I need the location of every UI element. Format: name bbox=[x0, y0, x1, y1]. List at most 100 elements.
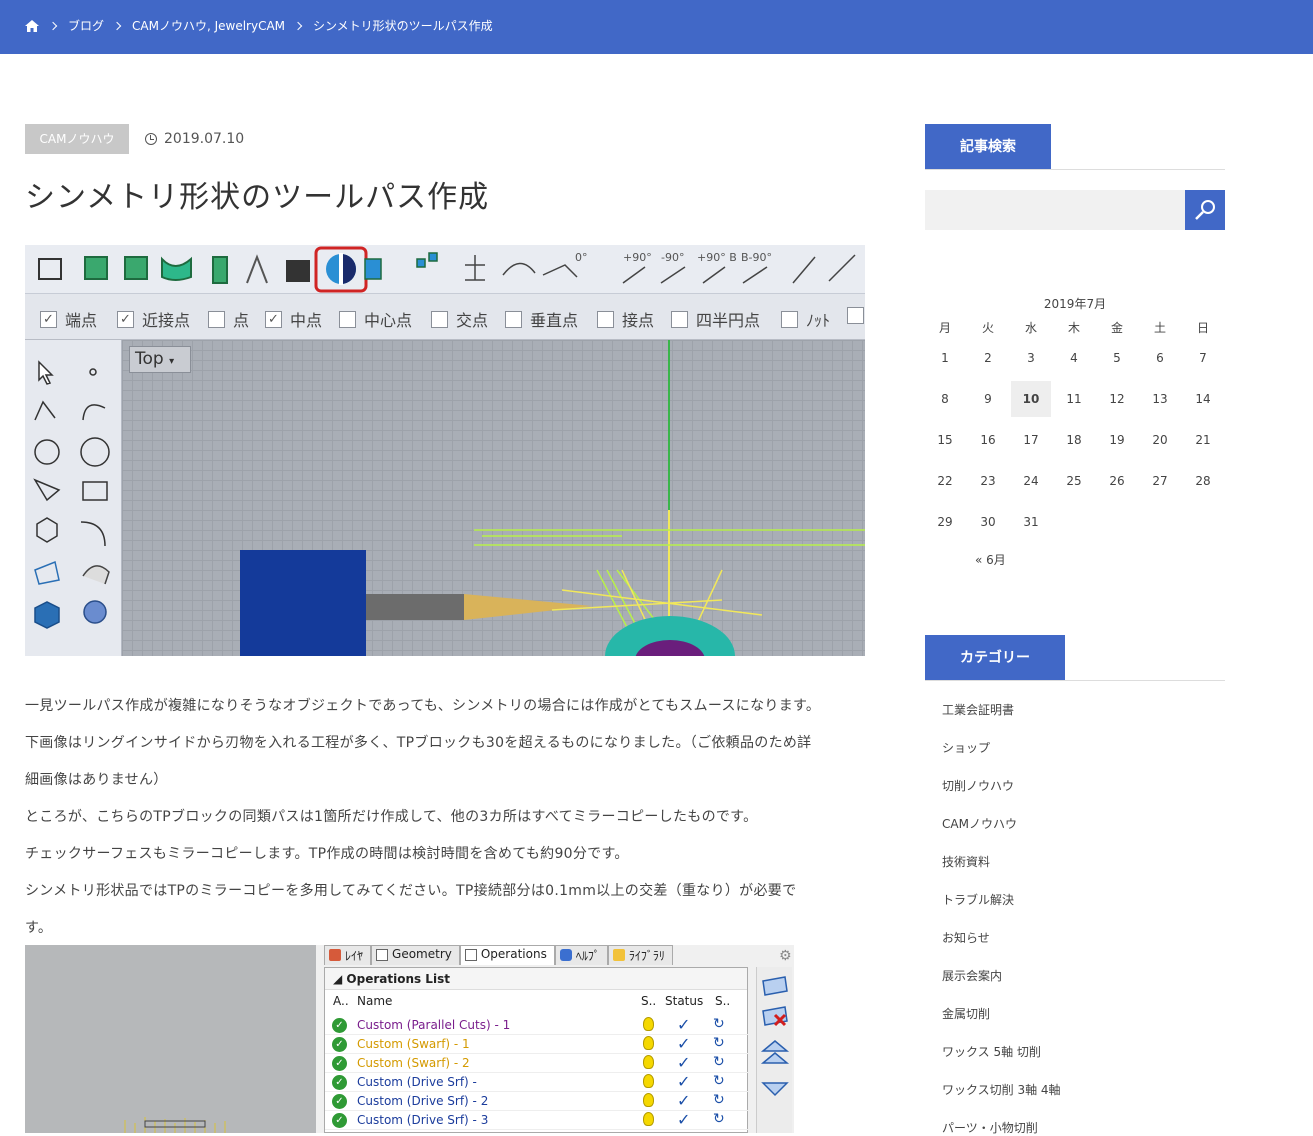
category-link[interactable]: 技術資料 bbox=[942, 853, 990, 870]
column-header[interactable]: Status bbox=[665, 994, 703, 1008]
ok-status-icon: ✓ bbox=[332, 1056, 347, 1071]
tab-help[interactable]: ﾍﾙﾌﾟ bbox=[554, 945, 608, 965]
viewport-label[interactable]: Top ▾ bbox=[129, 346, 191, 373]
calendar-day: 4 bbox=[1070, 351, 1078, 365]
snap-checkbox[interactable]: ✓ bbox=[265, 310, 282, 328]
operation-row[interactable]: ✓ Custom (Drive Srf) - 2 ✓ ↻ bbox=[325, 1091, 749, 1111]
page-title: シンメトリ形状のツールパス作成 bbox=[25, 180, 490, 215]
tab-operations[interactable]: Operations bbox=[459, 945, 555, 965]
operations-list-header[interactable]: ◢ Operations List bbox=[325, 968, 747, 990]
category-link[interactable]: CAMノウハウ bbox=[942, 815, 1017, 832]
category-link[interactable]: 展示会案内 bbox=[942, 967, 1002, 984]
calendar-day: 25 bbox=[1066, 474, 1082, 488]
check-icon: ✓ bbox=[677, 1053, 691, 1072]
snap-option-center[interactable]: 中心点 bbox=[339, 307, 412, 331]
snap-option-quadrant[interactable]: 四半円点 bbox=[671, 307, 760, 331]
tab-layers[interactable]: ﾚｲﾔ bbox=[324, 945, 372, 965]
snap-option-perpendicular[interactable]: 垂直点 bbox=[505, 307, 578, 331]
calendar-day: 26 bbox=[1109, 474, 1125, 488]
search-button[interactable] bbox=[1185, 190, 1225, 230]
category-link[interactable]: 工業会証明書 bbox=[942, 701, 1014, 718]
category-link[interactable]: トラブル解決 bbox=[942, 891, 1014, 908]
geometry-icon bbox=[376, 949, 389, 961]
column-header[interactable]: S.. bbox=[715, 994, 730, 1008]
check-icon: ✓ bbox=[677, 1034, 691, 1053]
calendar-weekday: 月 bbox=[938, 321, 951, 335]
snap-checkbox[interactable] bbox=[505, 310, 522, 328]
column-header[interactable]: Name bbox=[357, 994, 392, 1008]
calendar-day: 8 bbox=[941, 392, 949, 406]
bulb-icon[interactable] bbox=[643, 1093, 654, 1107]
cycle-icon[interactable]: ↻ bbox=[713, 1016, 725, 1032]
snap-checkbox[interactable]: ✓ bbox=[40, 310, 57, 328]
cad-toolbar-icons: 0° +90° -90° +90° B B-90° bbox=[38, 246, 856, 293]
snap-option-intersection[interactable]: 交点 bbox=[431, 307, 488, 331]
calendar-day: 11 bbox=[1066, 392, 1082, 406]
operation-row[interactable]: ✓ Custom (Swarf) - 1 ✓ ↻ bbox=[325, 1034, 749, 1054]
snap-checkbox[interactable] bbox=[847, 307, 864, 324]
tab-geometry[interactable]: Geometry bbox=[371, 945, 460, 965]
cycle-icon[interactable]: ↻ bbox=[713, 1073, 725, 1089]
search-input[interactable] bbox=[925, 190, 1185, 230]
cycle-icon[interactable]: ↻ bbox=[713, 1035, 725, 1051]
breadcrumb-item-blog[interactable]: ブログ bbox=[68, 17, 104, 34]
tab-library[interactable]: ﾗｲﾌﾞﾗﾘ bbox=[607, 945, 673, 965]
operations-icon bbox=[464, 949, 477, 961]
category-link[interactable]: 切削ノウハウ bbox=[942, 777, 1014, 794]
cad-viewport-top[interactable]: Top ▾ bbox=[122, 340, 865, 656]
bulb-icon[interactable] bbox=[643, 1074, 654, 1088]
snap-checkbox[interactable] bbox=[671, 310, 688, 328]
post-category-badge[interactable]: CAMノウハウ bbox=[25, 124, 129, 154]
category-link[interactable]: ワックス 5軸 切削 bbox=[942, 1043, 1041, 1060]
snap-option-near[interactable]: ✓ 近接点 bbox=[117, 307, 190, 331]
toolbar-text-0: 0° bbox=[575, 251, 588, 264]
category-link[interactable]: 金属切削 bbox=[942, 1005, 990, 1022]
calendar-day: 17 bbox=[1023, 433, 1039, 447]
calendar-day: 9 bbox=[984, 392, 992, 406]
calendar-day: 31 bbox=[1023, 515, 1039, 529]
cad-model-drawing bbox=[240, 340, 865, 656]
snap-checkbox[interactable] bbox=[339, 310, 356, 328]
column-header[interactable]: S.. bbox=[641, 994, 656, 1008]
bulb-icon[interactable] bbox=[643, 1017, 654, 1031]
calendar-weekday: 水 bbox=[1024, 321, 1037, 335]
ok-status-icon: ✓ bbox=[332, 1018, 347, 1033]
snap-checkbox[interactable] bbox=[597, 310, 614, 328]
operation-row[interactable]: ✓ Custom (Parallel Cuts) - 1 ✓ ↻ bbox=[325, 1015, 749, 1035]
copy-op-icon bbox=[762, 976, 788, 996]
snap-option-knot[interactable]: ﾉｯﾄ bbox=[781, 307, 830, 331]
bulb-icon[interactable] bbox=[643, 1055, 654, 1069]
snap-checkbox[interactable] bbox=[781, 310, 798, 328]
category-link[interactable]: ショップ bbox=[942, 739, 990, 756]
snap-option-tangent[interactable]: 接点 bbox=[597, 307, 654, 331]
home-icon[interactable] bbox=[24, 19, 40, 33]
category-link[interactable]: ワックス切削 3軸 4軸 bbox=[942, 1081, 1061, 1098]
snap-checkbox[interactable] bbox=[431, 310, 448, 328]
bulb-icon[interactable] bbox=[643, 1112, 654, 1126]
cycle-icon[interactable]: ↻ bbox=[713, 1092, 725, 1108]
calendar-weekday: 火 bbox=[981, 321, 994, 335]
snap-option-midpoint[interactable]: ✓ 中点 bbox=[265, 307, 322, 331]
operation-row[interactable]: ✓ Custom (Drive Srf) - ✓ ↻ bbox=[325, 1072, 749, 1092]
category-link[interactable]: お知らせ bbox=[942, 929, 990, 946]
operation-row[interactable]: ✓ Custom (Swarf) - 2 ✓ ↻ bbox=[325, 1053, 749, 1073]
cad-toolbar: 0° +90° -90° +90° B B-90° bbox=[25, 245, 865, 294]
snap-checkbox[interactable]: ✓ bbox=[117, 310, 134, 328]
gear-icon[interactable]: ⚙ bbox=[779, 948, 792, 964]
category-link[interactable]: パーツ・小物切削 bbox=[942, 1119, 1038, 1136]
snap-checkbox[interactable] bbox=[208, 310, 225, 328]
snap-option-endpoint[interactable]: ✓ 端点 bbox=[40, 307, 97, 331]
cycle-icon[interactable]: ↻ bbox=[713, 1054, 725, 1070]
calendar-day: 16 bbox=[980, 433, 996, 447]
calendar-prev-month-link[interactable]: « 6月 bbox=[975, 551, 1006, 568]
breadcrumb-item-category[interactable]: CAMノウハウ, JewelryCAM bbox=[132, 17, 285, 34]
calendar-day: 14 bbox=[1195, 392, 1211, 406]
snap-option-more[interactable] bbox=[847, 307, 864, 324]
operation-row[interactable]: ✓ Custom (Drive Srf) - 3 ✓ ↻ bbox=[325, 1110, 749, 1130]
bulb-icon[interactable] bbox=[643, 1036, 654, 1050]
widget-divider bbox=[925, 680, 1225, 681]
column-header[interactable]: A.. bbox=[333, 994, 349, 1008]
calendar-day: 13 bbox=[1152, 392, 1168, 406]
snap-option-point[interactable]: 点 bbox=[208, 307, 249, 331]
cycle-icon[interactable]: ↻ bbox=[713, 1111, 725, 1127]
